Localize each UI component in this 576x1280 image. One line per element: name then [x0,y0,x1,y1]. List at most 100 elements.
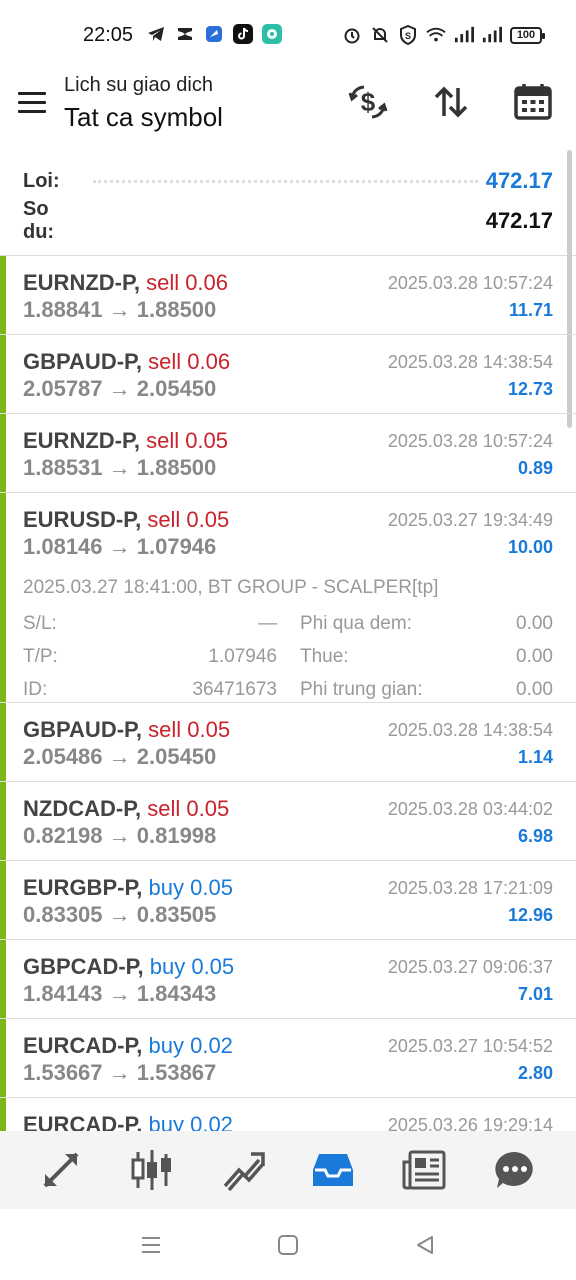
deal-time: 2025.03.28 14:38:54 [387,720,553,740]
deal-prices: 2.05787 → 2.05450 [23,376,217,401]
deal-profit: 6.98 [517,826,553,846]
profit-row: Loi: 472.17 [23,163,553,199]
deal-symbol: GBPCAD-P, buy 0.05 [23,954,234,980]
deal-status-bar [0,1019,6,1097]
currency-exchange-icon[interactable]: $ [346,80,390,124]
deal-symbol-name: GBPAUD-P, [23,717,142,742]
tiktok-icon [233,24,253,44]
deal-time: 2025.03.27 10:54:52 [387,1036,553,1056]
deal-symbol: EURUSD-P, sell 0.05 [23,507,229,533]
deal-time: 2025.03.26 19:29:14 [387,1115,553,1131]
deal-list: EURNZD-P, sell 0.06 1.88841 → 1.88500 2025… [0,256,576,1131]
system-nav-bar [0,1209,576,1280]
deal-row[interactable]: GBPAUD-P, sell 0.06 2.05787 → 2.05450 2025… [0,335,576,414]
deal-status-bar [0,493,6,702]
signal-icon [454,25,474,45]
recent-apps-icon[interactable] [139,1233,163,1257]
svg-text:$: $ [361,87,376,117]
deal-time: 2025.03.28 17:21:09 [387,878,553,898]
deal-side: sell 0.05 [147,507,230,532]
app-header: Lich su giao dich Tat ca symbol $ [0,70,576,150]
history-icon[interactable] [303,1140,363,1200]
deal-profit: 11.71 [508,300,553,320]
deal-status-bar [0,940,6,1018]
deal-row[interactable]: EURNZD-P, sell 0.05 1.88531 → 1.88500 2025… [0,414,576,493]
header-subtitle: Lich su giao dich [64,74,213,96]
balance-value: 472.17 [485,208,553,233]
quotes-icon[interactable] [31,1140,91,1200]
deal-symbol: EURCAD-P, buy 0.02 [23,1112,233,1131]
deal-profit: 10.00 [507,537,553,557]
deal-side: sell 0.06 [146,270,229,295]
deal-side: sell 0.06 [148,349,231,374]
deal-detail-row: ID: 36471673 Phi trung gian: 0.00 [23,673,553,706]
detail-value: 0.00 [516,645,553,667]
deal-row[interactable]: EURCAD-P, buy 0.02 2025.03.26 19:29:14 [0,1098,576,1131]
deal-time: 2025.03.28 03:44:02 [387,799,553,819]
deal-side: sell 0.05 [148,717,231,742]
deal-symbol: EURNZD-P, sell 0.06 [23,270,228,296]
deal-prices: 1.88841 → 1.88500 [23,297,217,322]
deal-row[interactable]: EURCAD-P, buy 0.02 1.53667 → 1.53867 2025.… [0,1019,576,1098]
deal-comment: 2025.03.27 18:41:00, BT GROUP - SCALPER[… [23,577,439,598]
home-icon[interactable] [276,1233,300,1257]
bottom-nav [0,1131,576,1209]
deal-symbol: NZDCAD-P, sell 0.05 [23,796,229,822]
deal-symbol-name: EURNZD-P, [23,270,140,295]
calendar-icon[interactable] [511,80,555,124]
deal-symbol-name: NZDCAD-P, [23,796,142,821]
deal-symbol: EURNZD-P, sell 0.05 [23,428,228,454]
wifi-icon [426,25,446,45]
news-icon[interactable] [394,1140,454,1200]
deal-symbol: GBPAUD-P, sell 0.05 [23,717,230,743]
deal-status-bar [0,782,6,860]
battery-icon: 100 [510,26,545,44]
profit-value: 472.17 [485,168,553,193]
detail-value: 1.07946 [208,645,277,667]
deal-row[interactable]: NZDCAD-P, sell 0.05 0.82198 → 0.81998 2025… [0,782,576,861]
messenger-icon [262,24,282,44]
detail-key: Thue: [300,645,349,667]
deal-profit: 12.73 [507,379,553,399]
trade-icon[interactable] [213,1140,273,1200]
deal-side: buy 0.02 [148,1033,233,1058]
summary-panel: Loi: 472.17 So du: 472.17 [0,150,576,256]
deal-time: 2025.03.27 09:06:37 [387,957,553,977]
detail-key: Phi qua dem: [300,612,412,634]
deal-symbol-name: EURUSD-P, [23,507,142,532]
deal-profit: 0.89 [517,458,553,478]
status-right-icons: S 100 [342,25,545,45]
signal-icon-2 [482,25,502,45]
deal-detail-row: T/P: 1.07946 Thue: 0.00 [23,640,553,673]
deal-row[interactable]: EURUSD-P, sell 0.05 1.08146 → 1.07946 2025… [0,493,576,703]
deal-symbol-name: EURGBP-P, [23,875,143,900]
svg-text:S: S [405,31,411,41]
deal-symbol-name: EURCAD-P, [23,1033,143,1058]
status-bar: 22:05 S 100 [0,0,576,70]
sort-icon[interactable] [429,80,473,124]
deal-prices: 0.83305 → 0.83505 [23,902,217,927]
capcut-icon [175,24,195,44]
chart-candles-icon[interactable] [122,1140,182,1200]
deal-prices: 1.08146 → 1.07946 [23,534,217,559]
alarm-icon [342,25,362,45]
menu-icon[interactable] [18,92,46,114]
deal-row[interactable]: GBPCAD-P, buy 0.05 1.84143 → 1.84343 2025.… [0,940,576,1019]
profit-label: Loi: [23,169,60,192]
messages-icon[interactable] [485,1140,545,1200]
deal-symbol: EURCAD-P, buy 0.02 [23,1033,233,1059]
deal-prices: 2.05486 → 2.05450 [23,744,217,769]
deal-time: 2025.03.28 10:57:24 [387,431,553,451]
deal-status-bar [0,703,6,781]
detail-key: ID: [23,678,48,700]
deal-side: buy 0.05 [148,875,233,900]
header-title[interactable]: Tat ca symbol [64,102,223,133]
deal-details: 2025.03.27 18:41:00, BT GROUP - SCALPER[… [23,577,553,706]
app-blue-icon [204,24,224,44]
deal-time: 2025.03.28 14:38:54 [387,352,553,372]
deal-row[interactable]: EURNZD-P, sell 0.06 1.88841 → 1.88500 2025… [0,256,576,335]
deal-row[interactable]: EURGBP-P, buy 0.05 0.83305 → 0.83505 2025.… [0,861,576,940]
deal-side: sell 0.05 [147,796,230,821]
deal-row[interactable]: GBPAUD-P, sell 0.05 2.05486 → 2.05450 2025… [0,703,576,782]
back-icon[interactable] [413,1233,437,1257]
